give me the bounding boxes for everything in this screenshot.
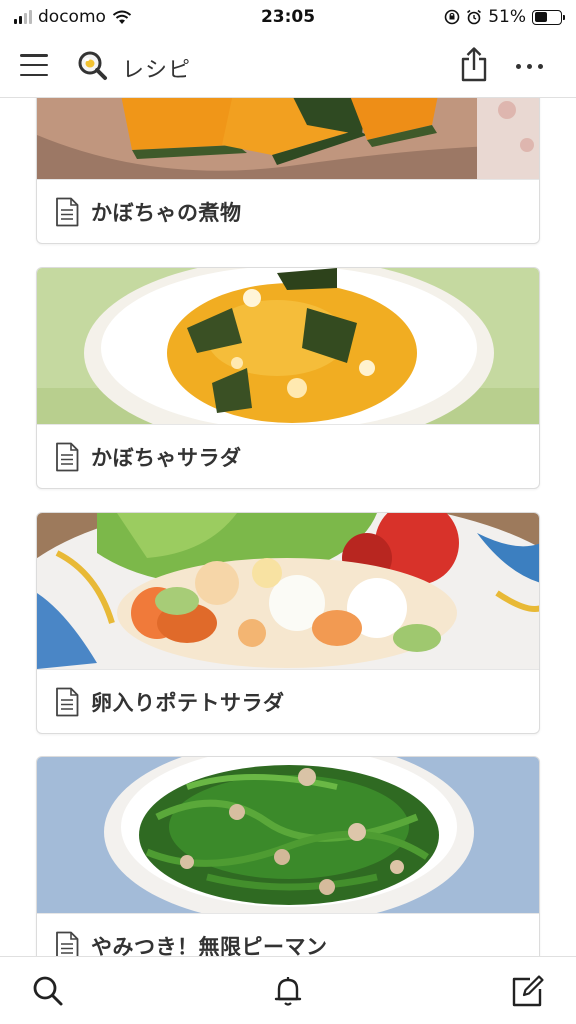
pumpkin-nimono-photo (37, 98, 539, 179)
compose-icon[interactable] (510, 973, 546, 1009)
recipe-card-footer[interactable]: かぼちゃサラダ (37, 424, 539, 488)
recipe-image[interactable] (37, 268, 539, 424)
document-icon (56, 197, 79, 226)
document-icon (56, 687, 79, 716)
app-logo-icon (78, 51, 107, 80)
recipe-feed[interactable]: かぼちゃの煮物 かぼちゃサラダ 卵入りポテトサラダ やみつき！無限ピーマン (0, 98, 576, 956)
signal-icon (14, 10, 32, 24)
share-icon[interactable] (458, 46, 490, 82)
battery-fill (534, 12, 548, 22)
recipe-title[interactable]: やみつき！無限ピーマン (91, 931, 328, 957)
green-pepper-photo (37, 757, 539, 913)
potato-salad-photo (37, 513, 539, 669)
recipe-card[interactable]: 卵入りポテトサラダ (36, 512, 540, 734)
hamburger-icon[interactable] (20, 54, 48, 76)
pumpkin-salad-photo (37, 268, 539, 424)
recipe-card-footer[interactable]: やみつき！無限ピーマン (37, 913, 539, 956)
more-icon[interactable] (516, 64, 543, 69)
recipe-image[interactable] (37, 98, 539, 179)
recipe-card[interactable]: かぼちゃサラダ (36, 267, 540, 489)
bottom-tab-bar (0, 956, 576, 1024)
nav-bar: レシピ (0, 34, 576, 98)
rotation-lock-icon (444, 9, 460, 25)
recipe-card[interactable]: かぼちゃの煮物 (36, 98, 540, 244)
status-left: docomo (14, 7, 132, 27)
recipe-card-footer[interactable]: かぼちゃの煮物 (37, 179, 539, 243)
battery-percent: 51% (488, 7, 526, 27)
clock-time: 23:05 (260, 7, 316, 27)
alarm-icon (467, 9, 482, 25)
recipe-title[interactable]: 卵入りポテトサラダ (91, 687, 285, 717)
recipe-title[interactable]: かぼちゃサラダ (91, 442, 242, 472)
wifi-icon (112, 10, 132, 24)
recipe-card[interactable]: やみつき！無限ピーマン (36, 756, 540, 956)
document-icon (56, 931, 79, 956)
status-right: 51% (444, 7, 565, 27)
recipe-image[interactable] (37, 757, 539, 913)
carrier-name: docomo (38, 7, 106, 27)
battery-icon (532, 9, 565, 25)
recipe-image[interactable] (37, 513, 539, 669)
document-icon (56, 442, 79, 471)
search-icon[interactable] (30, 973, 66, 1009)
recipe-title[interactable]: かぼちゃの煮物 (91, 197, 242, 227)
page-title: レシピ (122, 58, 192, 83)
bell-icon[interactable] (270, 973, 306, 1009)
recipe-card-footer[interactable]: 卵入りポテトサラダ (37, 669, 539, 733)
status-bar: docomo 23:05 51% (0, 0, 576, 34)
